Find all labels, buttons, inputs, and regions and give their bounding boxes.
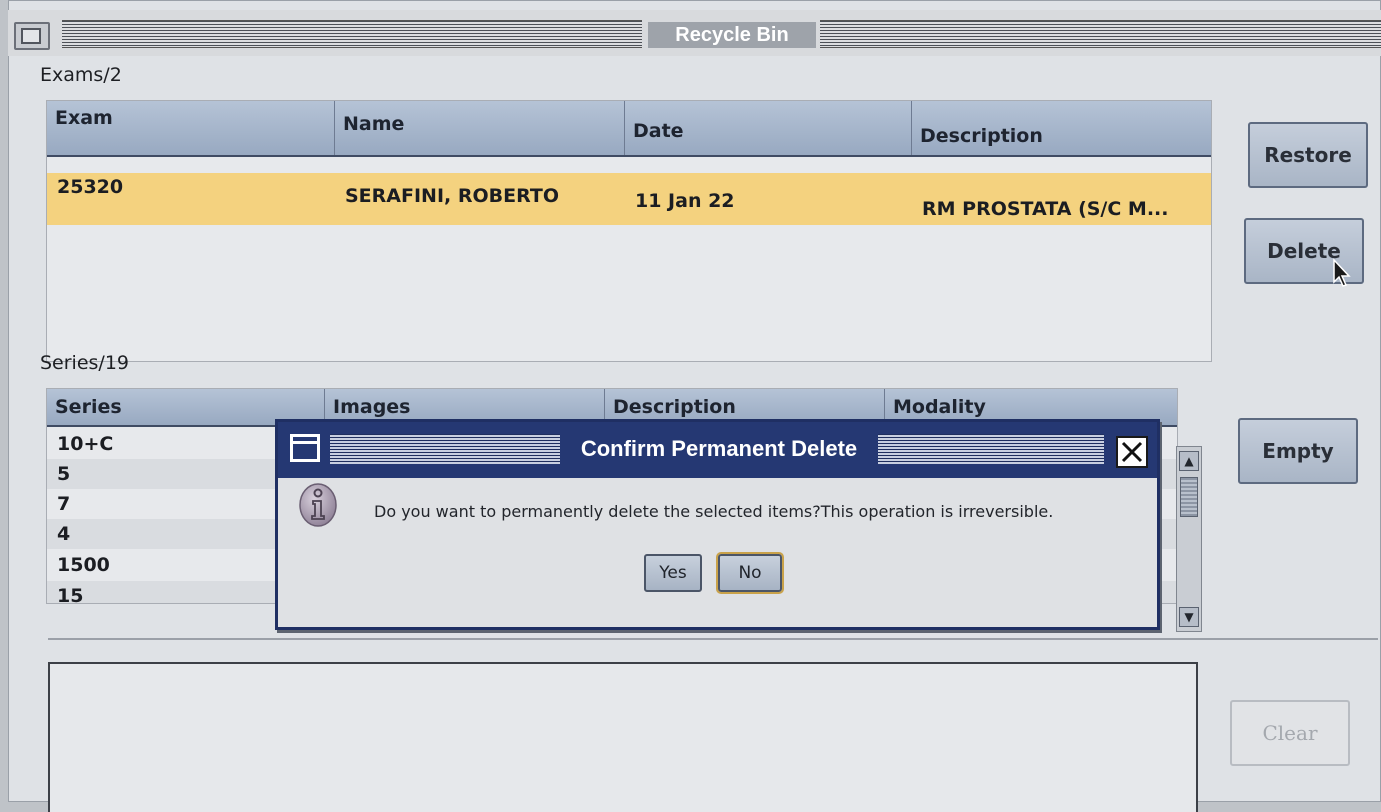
no-button[interactable]: No bbox=[716, 552, 784, 594]
column-header-date[interactable]: Date bbox=[625, 101, 912, 155]
exam-description-cell: RM PROSTATA (S/C M... bbox=[922, 198, 1169, 220]
title-stripes-right bbox=[820, 20, 1381, 48]
column-header-description[interactable]: Description bbox=[912, 101, 1211, 155]
window-title: Recycle Bin bbox=[648, 22, 816, 48]
exam-date-cell: 11 Jan 22 bbox=[635, 190, 735, 212]
window-menu-icon[interactable] bbox=[14, 22, 50, 50]
close-icon[interactable] bbox=[1116, 436, 1148, 468]
series-label: Series/19 bbox=[40, 352, 130, 374]
title-stripes-left bbox=[62, 20, 642, 48]
scroll-thumb[interactable] bbox=[1180, 477, 1198, 517]
series-number-cell: 5 bbox=[57, 463, 71, 485]
exams-label: Exams/2 bbox=[40, 64, 122, 86]
scroll-down-arrow-icon[interactable]: ▼ bbox=[1179, 607, 1199, 627]
title-bar[interactable]: Recycle Bin bbox=[8, 10, 1381, 56]
series-scrollbar[interactable]: ▲ ▼ bbox=[1176, 446, 1202, 632]
series-number-cell: 1500 bbox=[57, 554, 110, 576]
confirm-delete-dialog: Confirm Permanent Delete Do you want to … bbox=[275, 419, 1160, 630]
dialog-stripes-right bbox=[878, 434, 1104, 464]
series-number-cell: 4 bbox=[57, 523, 71, 545]
exam-id-cell: 25320 bbox=[57, 176, 124, 198]
restore-button[interactable]: Restore bbox=[1248, 122, 1368, 188]
exam-name-cell: SERAFINI, ROBERTO bbox=[345, 185, 559, 207]
dialog-message: Do you want to permanently delete the se… bbox=[374, 502, 1054, 521]
log-panel bbox=[48, 662, 1198, 812]
yes-button[interactable]: Yes bbox=[644, 554, 702, 592]
exam-row[interactable]: 25320 SERAFINI, ROBERTO 11 Jan 22 RM PRO… bbox=[47, 173, 1211, 225]
column-header-exam[interactable]: Exam bbox=[47, 101, 335, 155]
series-number-cell: 7 bbox=[57, 493, 71, 515]
column-header-name[interactable]: Name bbox=[335, 101, 625, 155]
scroll-up-arrow-icon[interactable]: ▲ bbox=[1179, 451, 1199, 471]
exams-table-header: Exam Name Date Description bbox=[47, 101, 1211, 157]
series-number-cell: 15 bbox=[57, 585, 84, 603]
dialog-title-bar[interactable]: Confirm Permanent Delete bbox=[278, 422, 1157, 478]
recycle-bin-window: Recycle Bin Exams/2 Exam Name Date Descr… bbox=[8, 0, 1381, 812]
dialog-title: Confirm Permanent Delete bbox=[580, 436, 858, 461]
dialog-stripes-left bbox=[330, 434, 560, 464]
empty-button[interactable]: Empty bbox=[1238, 418, 1358, 484]
info-icon bbox=[298, 482, 338, 528]
clear-button[interactable]: Clear bbox=[1230, 700, 1350, 766]
series-number-cell: 10+C bbox=[57, 433, 114, 455]
exams-table: Exam Name Date Description 25320 SERAFIN… bbox=[46, 100, 1212, 362]
mouse-cursor-icon bbox=[1332, 258, 1352, 292]
dialog-menu-icon[interactable] bbox=[290, 434, 320, 462]
section-divider bbox=[48, 638, 1378, 640]
